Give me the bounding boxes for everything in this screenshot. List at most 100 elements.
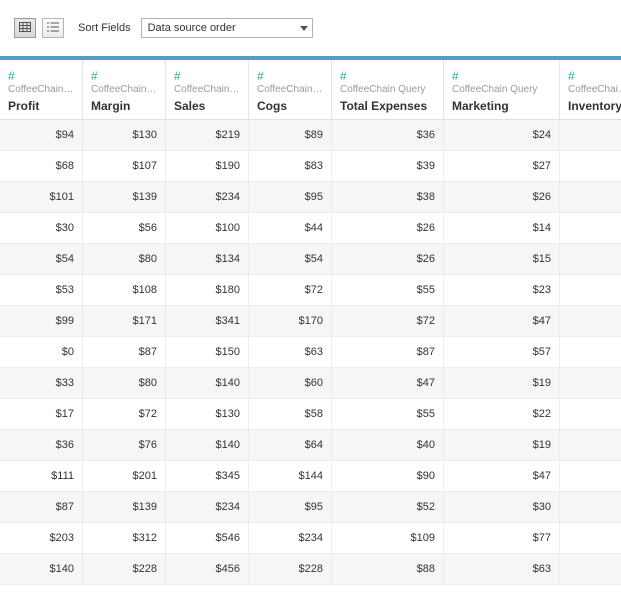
table-cell: $201 <box>83 461 166 491</box>
table-cell: $38 <box>332 182 444 212</box>
table-cell: $36 <box>332 120 444 150</box>
table-cell: $546 <box>166 523 249 553</box>
table-cell: $99 <box>0 306 83 336</box>
table-cell: $14 <box>444 213 560 243</box>
table-cell: $171 <box>83 306 166 336</box>
column-source: CoffeeChain Query <box>452 84 551 96</box>
table-cell: $68 <box>0 151 83 181</box>
table-cell: $17 <box>0 399 83 429</box>
table-cell: $40 <box>332 430 444 460</box>
table-cell <box>560 461 621 491</box>
table-cell: $144 <box>249 461 332 491</box>
table-row[interactable]: $36$76$140$64$40$19 <box>0 430 621 461</box>
table-cell: $30 <box>0 213 83 243</box>
table-cell: $77 <box>444 523 560 553</box>
table-cell: $63 <box>444 554 560 584</box>
column-source: CoffeeChain Qu… <box>91 84 157 96</box>
grid-icon <box>19 22 31 35</box>
table-cell: $64 <box>249 430 332 460</box>
table-row[interactable]: $99$171$341$170$72$47 <box>0 306 621 337</box>
table-row[interactable]: $53$108$180$72$55$23 <box>0 275 621 306</box>
table-cell: $47 <box>444 306 560 336</box>
table-cell: $19 <box>444 430 560 460</box>
table-cell: $134 <box>166 244 249 274</box>
column-header[interactable]: #CoffeeChain …Sales <box>166 60 249 119</box>
table-row[interactable]: $87$139$234$95$52$30 <box>0 492 621 523</box>
table-cell: $44 <box>249 213 332 243</box>
column-name: Cogs <box>257 99 323 113</box>
table-cell: $109 <box>332 523 444 553</box>
table-cell: $60 <box>249 368 332 398</box>
table-cell: $150 <box>166 337 249 367</box>
number-type-icon: # <box>257 70 323 82</box>
table-row[interactable]: $54$80$134$54$26$15 <box>0 244 621 275</box>
table-cell: $90 <box>332 461 444 491</box>
table-cell: $139 <box>83 182 166 212</box>
table-cell <box>560 151 621 181</box>
sort-fields-value: Data source order <box>148 22 236 34</box>
sort-fields-select[interactable]: Data source order <box>141 18 313 38</box>
grid-view-button[interactable] <box>14 18 36 38</box>
table-row[interactable]: $101$139$234$95$38$26 <box>0 182 621 213</box>
table-cell: $130 <box>166 399 249 429</box>
table-cell <box>560 523 621 553</box>
chevron-down-icon <box>300 22 308 34</box>
column-header[interactable]: # CoffeeChain Qu… Margin <box>83 60 166 119</box>
number-type-icon: # <box>91 70 157 82</box>
table-cell <box>560 492 621 522</box>
column-source: CoffeeChain … <box>8 84 74 96</box>
table-cell: $88 <box>332 554 444 584</box>
table-cell: $219 <box>166 120 249 150</box>
table-row[interactable]: $140$228$456$228$88$63 <box>0 554 621 585</box>
data-grid: #CoffeeChain …Profit#CoffeeChain Qu…Marg… <box>0 56 621 611</box>
table-cell <box>560 275 621 305</box>
table-cell: $80 <box>83 368 166 398</box>
table-row[interactable]: $30$56$100$44$26$14 <box>0 213 621 244</box>
table-cell: $190 <box>166 151 249 181</box>
table-cell: $57 <box>444 337 560 367</box>
table-cell: $87 <box>83 337 166 367</box>
number-type-icon: # <box>8 70 74 82</box>
table-cell: $22 <box>444 399 560 429</box>
table-cell: $23 <box>444 275 560 305</box>
table-cell: $203 <box>0 523 83 553</box>
table-cell: $55 <box>332 399 444 429</box>
table-cell: $234 <box>166 182 249 212</box>
list-view-button[interactable] <box>42 18 64 38</box>
column-header[interactable]: #CoffeeChain QInventory <box>560 60 621 119</box>
table-cell: $341 <box>166 306 249 336</box>
table-cell: $312 <box>83 523 166 553</box>
table-cell <box>560 430 621 460</box>
table-cell: $83 <box>249 151 332 181</box>
table-row[interactable]: $203$312$546$234$109$77 <box>0 523 621 554</box>
table-cell: $47 <box>444 461 560 491</box>
column-name: Marketing <box>452 99 551 113</box>
table-cell: $53 <box>0 275 83 305</box>
column-header[interactable]: #CoffeeChain …Profit <box>0 60 83 119</box>
table-cell: $72 <box>83 399 166 429</box>
table-row[interactable]: $111$201$345$144$90$47 <box>0 461 621 492</box>
table-cell: $72 <box>249 275 332 305</box>
column-header[interactable]: # CoffeeChain Query Marketing <box>444 60 560 119</box>
table-cell: $19 <box>444 368 560 398</box>
column-header[interactable]: #CoffeeChain …Cogs <box>249 60 332 119</box>
table-cell: $26 <box>444 182 560 212</box>
table-cell: $170 <box>249 306 332 336</box>
table-cell <box>560 120 621 150</box>
table-row[interactable]: $17$72$130$58$55$22 <box>0 399 621 430</box>
table-cell: $47 <box>332 368 444 398</box>
table-cell: $26 <box>332 244 444 274</box>
list-icon <box>47 22 59 35</box>
number-type-icon: # <box>568 70 621 82</box>
number-type-icon: # <box>452 70 551 82</box>
table-row[interactable]: $68$107$190$83$39$27 <box>0 151 621 182</box>
table-row[interactable]: $94$130$219$89$36$24 <box>0 120 621 151</box>
table-row[interactable]: $0$87$150$63$87$57 <box>0 337 621 368</box>
table-cell: $95 <box>249 492 332 522</box>
table-row[interactable]: $33$80$140$60$47$19 <box>0 368 621 399</box>
column-name: Margin <box>91 99 157 113</box>
column-header[interactable]: #CoffeeChain QueryTotal Expenses <box>332 60 444 119</box>
table-cell: $87 <box>0 492 83 522</box>
table-cell: $345 <box>166 461 249 491</box>
table-cell: $58 <box>249 399 332 429</box>
